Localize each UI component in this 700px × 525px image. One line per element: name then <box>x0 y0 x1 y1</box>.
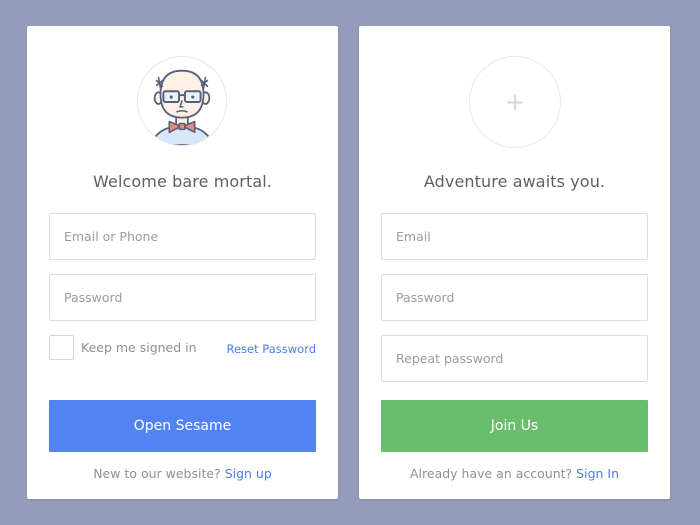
repeat-password-field-container <box>381 335 648 382</box>
reset-password-link[interactable]: Reset Password <box>227 342 317 356</box>
signup-email-input[interactable] <box>382 214 647 259</box>
keep-signed-in-label: Keep me signed in <box>81 340 197 355</box>
signup-footer-text: Already have an account? <box>409 466 573 481</box>
avatar <box>137 56 227 146</box>
login-heading: Welcome bare mortal. <box>93 172 272 191</box>
login-card: Welcome bare mortal. Keep me signed in R… <box>27 26 338 499</box>
sign-in-link[interactable]: Sign In <box>576 466 619 481</box>
password-field-container <box>49 274 316 321</box>
signup-heading: Adventure awaits you. <box>423 172 606 191</box>
keep-signed-in-checkbox[interactable] <box>49 335 74 360</box>
email-field-container <box>49 213 316 260</box>
add-avatar-button[interactable]: + <box>469 56 561 148</box>
signup-card: + Adventure awaits you. Join Us Already … <box>359 26 670 499</box>
email-or-phone-input[interactable] <box>50 214 315 259</box>
signup-password-input[interactable] <box>382 275 647 320</box>
signup-email-field-container <box>381 213 648 260</box>
bald-man-avatar-icon <box>150 69 214 145</box>
join-us-button[interactable]: Join Us <box>381 400 648 452</box>
password-input[interactable] <box>50 275 315 320</box>
plus-icon: + <box>504 88 526 116</box>
open-sesame-button[interactable]: Open Sesame <box>49 400 316 452</box>
login-footer-text: New to our website? <box>93 466 221 481</box>
signup-password-field-container <box>381 274 648 321</box>
repeat-password-input[interactable] <box>382 336 647 381</box>
login-footer: New to our website? Sign up <box>27 466 338 481</box>
signup-footer: Already have an account? Sign In <box>359 466 670 481</box>
sign-up-link[interactable]: Sign up <box>225 466 272 481</box>
